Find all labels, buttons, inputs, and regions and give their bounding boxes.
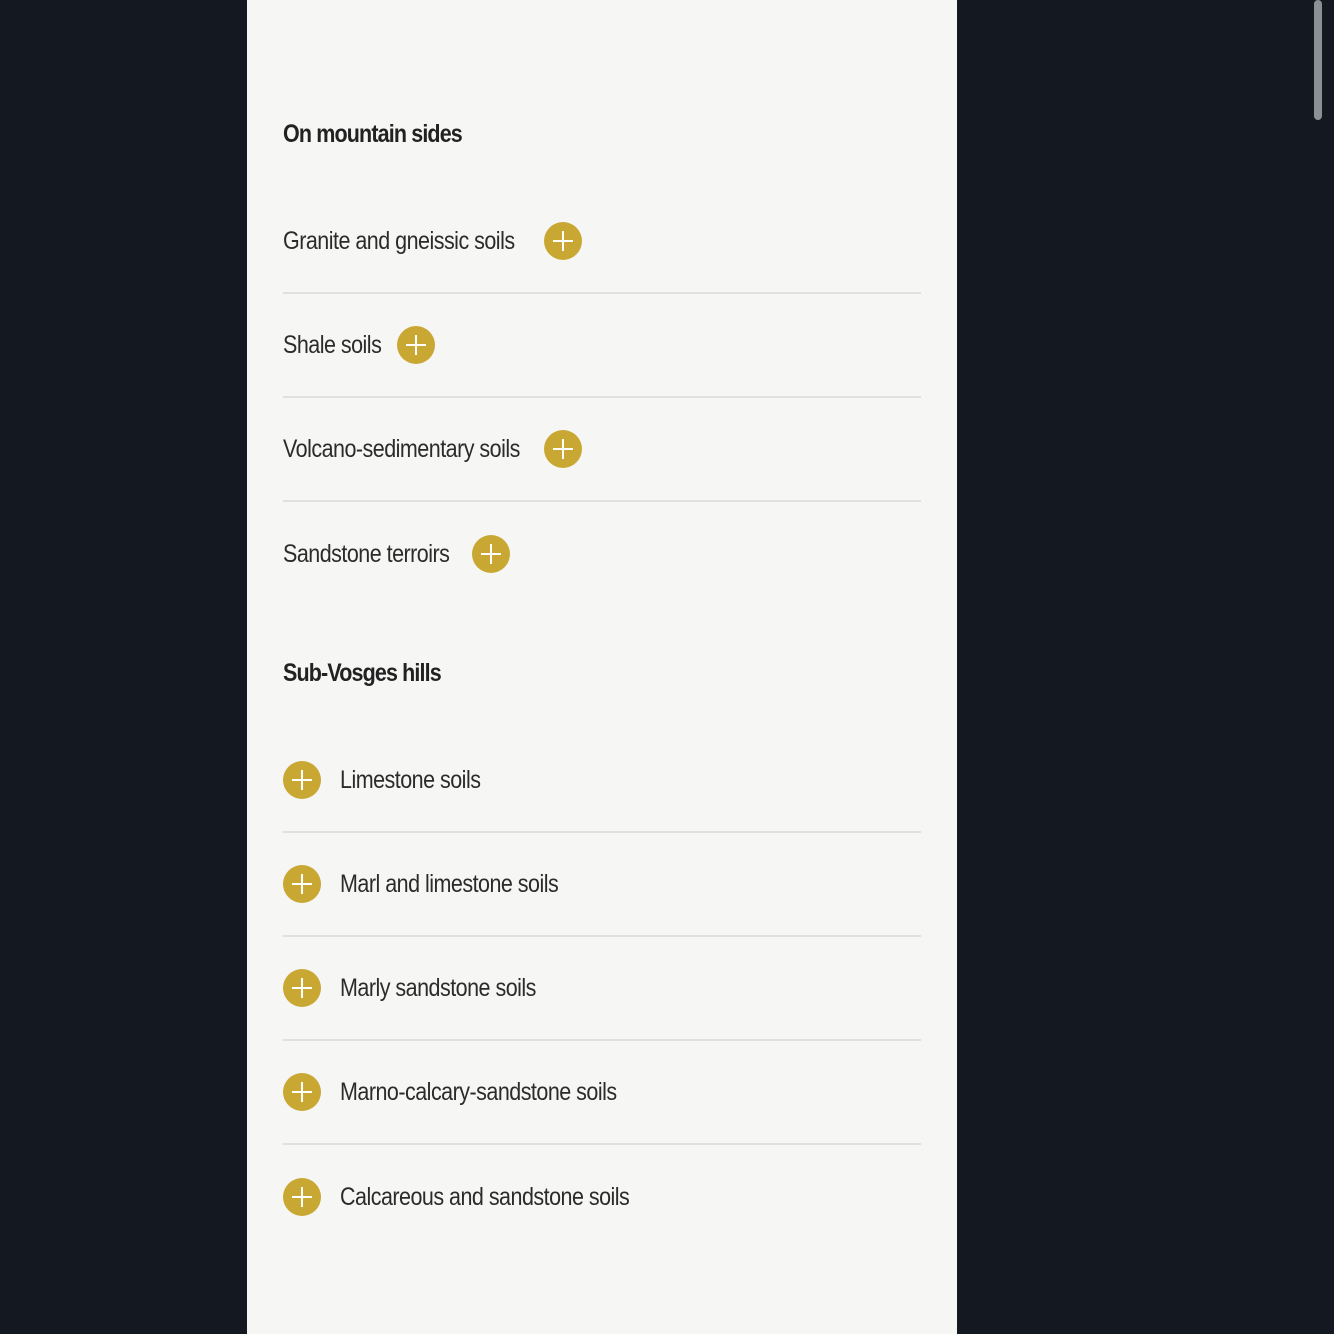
accordion-item-label: Shale soils xyxy=(283,330,382,359)
plus-circle-icon[interactable] xyxy=(283,865,321,903)
accordion-item-calcareous-sandstone[interactable]: Calcareous and sandstone soils xyxy=(283,1145,921,1249)
plus-circle-icon[interactable] xyxy=(283,1178,321,1216)
section-title-sub-vosges-hills: Sub-Vosges hills xyxy=(283,659,442,687)
accordion-item-label: Limestone soils xyxy=(340,765,481,794)
plus-circle-icon[interactable] xyxy=(283,969,321,1007)
plus-circle-icon[interactable] xyxy=(472,535,511,573)
accordion-item-marl-limestone[interactable]: Marl and limestone soils xyxy=(283,833,921,937)
accordion-item-sandstone-terroirs[interactable]: Sandstone terroirs xyxy=(283,502,921,606)
accordion-item-limestone[interactable]: Limestone soils xyxy=(283,729,921,833)
accordion-item-marly-sandstone[interactable]: Marly sandstone soils xyxy=(283,937,921,1041)
plus-circle-icon[interactable] xyxy=(544,430,583,468)
accordion-item-label: Granite and gneissic soils xyxy=(283,226,515,255)
accordion-item-label: Marno-calcary-sandstone soils xyxy=(340,1077,617,1106)
plus-circle-icon[interactable] xyxy=(283,761,321,799)
accordion-item-label: Marly sandstone soils xyxy=(340,973,536,1002)
plus-circle-icon[interactable] xyxy=(397,326,436,364)
plus-circle-icon[interactable] xyxy=(283,1073,321,1111)
accordion-item-volcano-sedimentary[interactable]: Volcano-sedimentary soils xyxy=(283,398,921,502)
accordion-item-granite-gneissic[interactable]: Granite and gneissic soils xyxy=(283,190,921,294)
plus-circle-icon[interactable] xyxy=(544,222,583,260)
accordion-item-marno-calcary-sandstone[interactable]: Marno-calcary-sandstone soils xyxy=(283,1041,921,1145)
scrollbar-thumb[interactable] xyxy=(1314,0,1322,120)
accordion-item-shale[interactable]: Shale soils xyxy=(283,294,921,398)
accordion-item-label: Marl and limestone soils xyxy=(340,869,559,898)
content-panel: On mountain sides Granite and gneissic s… xyxy=(247,0,957,1334)
accordion-item-label: Sandstone terroirs xyxy=(283,539,450,568)
section-title-mountain-sides: On mountain sides xyxy=(283,120,463,148)
accordion-item-label: Volcano-sedimentary soils xyxy=(283,434,520,463)
accordion-item-label: Calcareous and sandstone soils xyxy=(340,1182,630,1211)
